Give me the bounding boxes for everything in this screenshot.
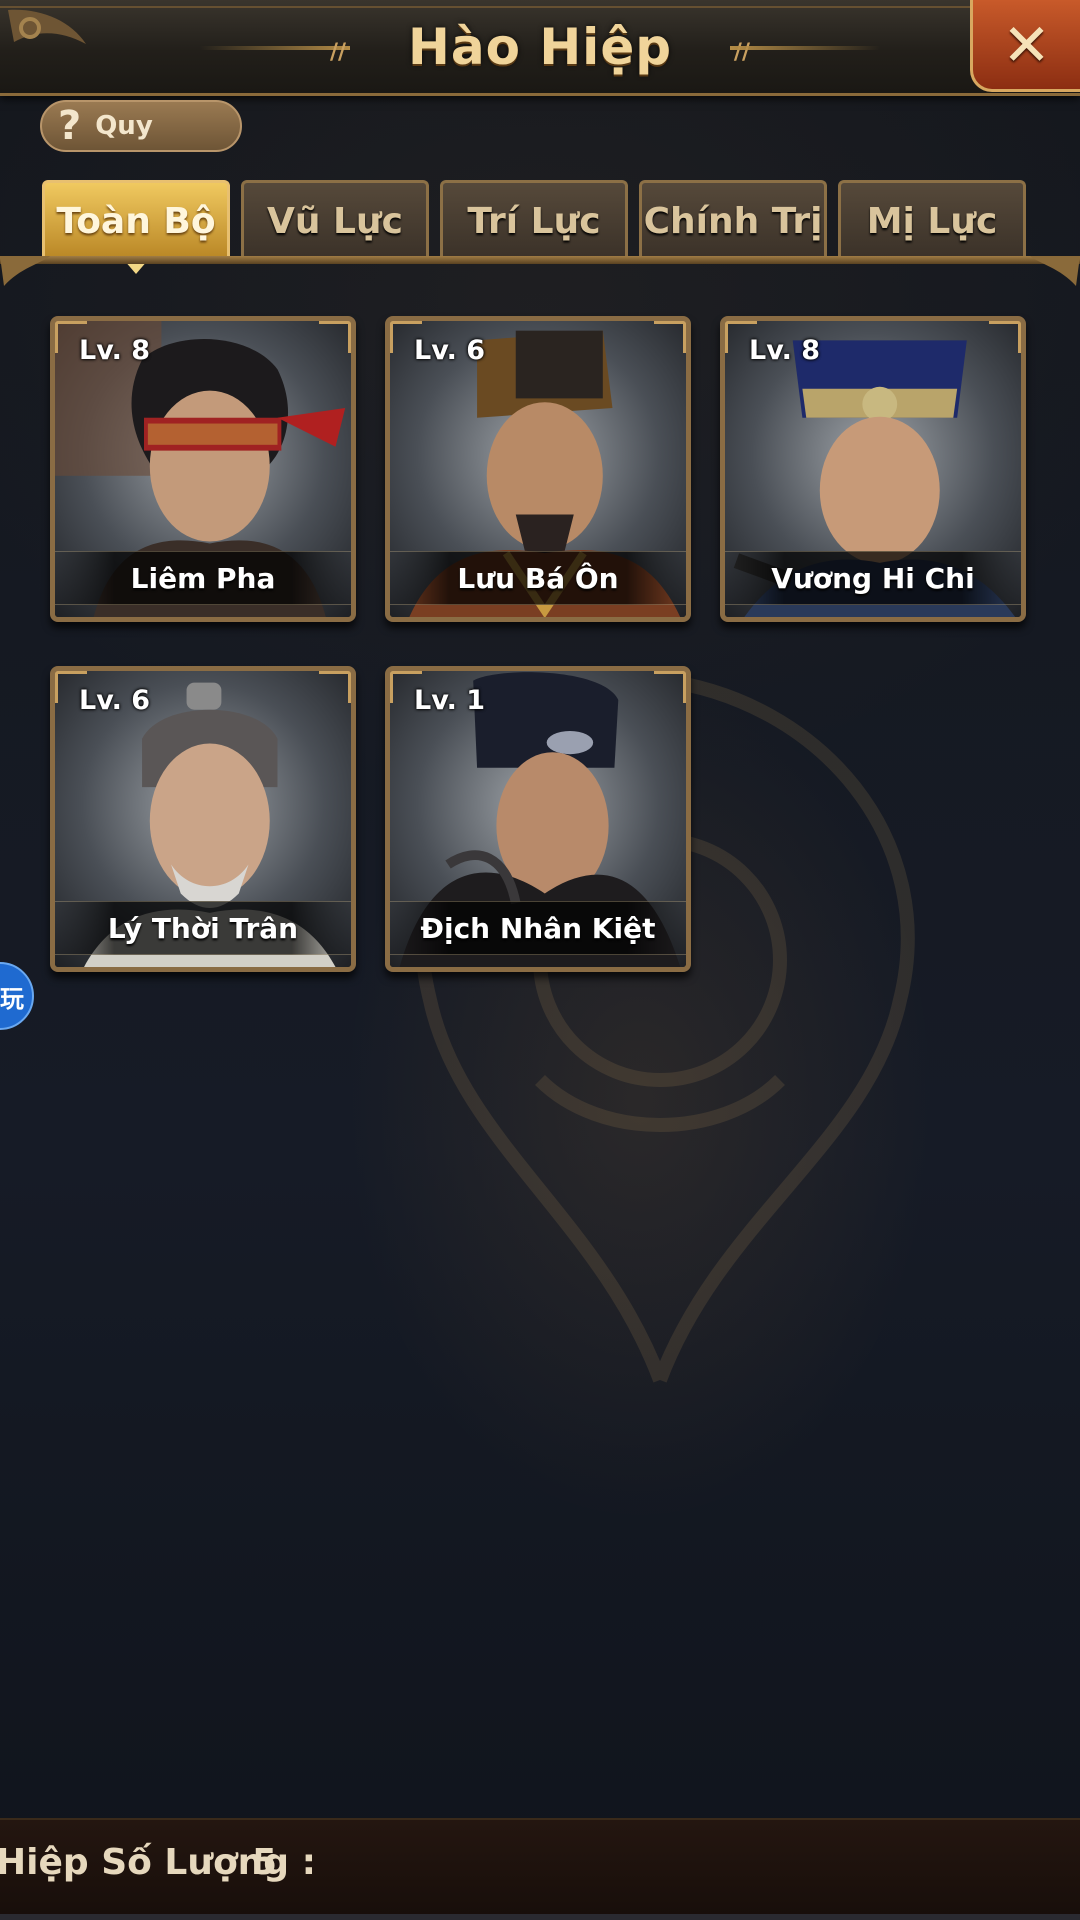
footer-divider [0,1914,1080,1920]
hero-name: Liêm Pha [130,561,276,595]
close-button[interactable]: ✕ [970,0,1080,92]
hero-level: Lv. 8 [79,335,151,366]
tab-label: Toàn Bộ [56,201,216,242]
hero-name-bar: Liêm Pha [55,551,351,605]
question-icon: ? [58,103,82,149]
card-corner [654,671,686,703]
hero-name: Vương Hi Chi [771,561,975,595]
title-bar: // Hào Hiệp // ✕ [0,0,1080,96]
title-tick-right: // [733,40,750,65]
tab-rail-divider [0,256,1080,264]
hero-card[interactable]: Lv. 6 Lưu Bá Ôn [385,316,691,622]
hero-card[interactable]: Lv. 8 Vương Hi Chi [720,316,1026,622]
hero-name-bar: Vương Hi Chi [725,551,1021,605]
tab-politics[interactable]: Chính Trị [639,180,827,260]
footer-bar: Hiệp Số Lượng : 5 [0,1818,1080,1920]
title-decoration-right [730,46,880,50]
hero-card[interactable]: Lv. 6 Lý Thời Trân [50,666,356,972]
hero-name: Lưu Bá Ôn [457,561,619,595]
rules-button-label: Quy [95,111,153,141]
hero-name: Lý Thời Trân [107,911,299,945]
hero-level: Lv. 8 [749,335,821,366]
tab-charm[interactable]: Mị Lực [838,180,1026,260]
hero-name-bar: Lý Thời Trân [55,901,351,955]
hero-name-bar: Địch Nhân Kiệt [390,901,686,955]
hero-level: Lv. 6 [414,335,486,366]
card-corner [989,321,1021,353]
rail-ornament-left-icon [0,256,50,286]
tab-force[interactable]: Vũ Lực [241,180,429,260]
hero-name: Địch Nhân Kiệt [420,911,656,945]
tab-intelligence[interactable]: Trí Lực [440,180,628,260]
rules-button[interactable]: ? Quy [40,100,242,152]
hero-count-value: 5 [252,1842,278,1883]
card-corner [319,321,351,353]
rail-ornament-right-icon [1030,256,1080,286]
assistant-glyph: 玩 [0,984,24,1013]
tab-all[interactable]: Toàn Bộ [42,180,230,274]
tab-label: Chính Trị [643,201,823,242]
tab-label: Mị Lực [866,201,998,242]
hero-card[interactable]: Lv. 8 Liêm Pha [50,316,356,622]
tab-label: Trí Lực [467,201,601,242]
hero-level: Lv. 6 [79,685,151,716]
page-title: Hào Hiệp [407,18,673,76]
card-corner [654,321,686,353]
hero-name-bar: Lưu Bá Ôn [390,551,686,605]
hero-level: Lv. 1 [414,685,486,716]
card-corner [319,671,351,703]
hero-card[interactable]: Lv. 1 Địch Nhân Kiệt [385,666,691,972]
close-icon: ✕ [1002,10,1051,79]
tab-label: Vũ Lực [267,201,403,242]
